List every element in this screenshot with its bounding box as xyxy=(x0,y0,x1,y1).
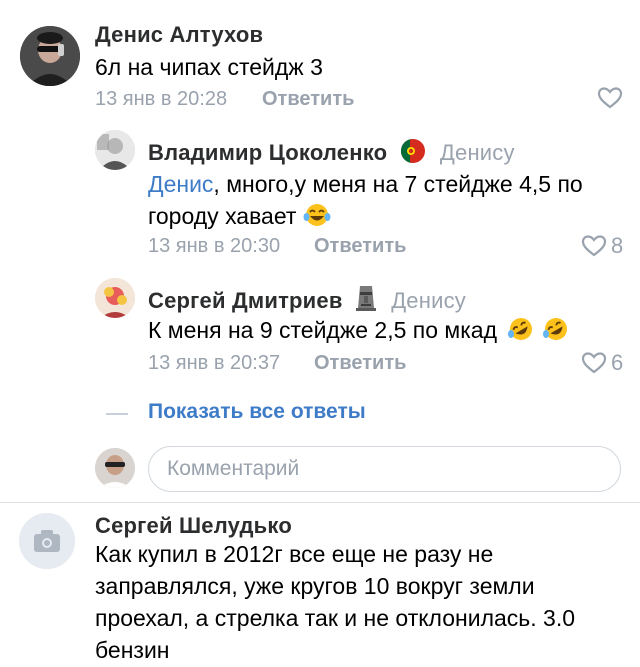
rofl-emoji-icon xyxy=(508,318,533,340)
show-all-divider xyxy=(106,413,128,415)
comment-text: Как купил в 2012г все еще не разу не зап… xyxy=(95,538,625,666)
like-button[interactable]: 6 xyxy=(581,350,623,376)
reply-text-line2: городу хавает xyxy=(148,203,297,229)
moai-icon xyxy=(355,286,376,311)
mention-link[interactable]: Денис xyxy=(148,171,213,197)
reply-author-name[interactable]: Сергей Дмитриев xyxy=(148,288,343,313)
reply-to-label[interactable]: Денису xyxy=(391,288,466,313)
avatar-photo-icon xyxy=(95,448,135,488)
comment-text-line: бензин xyxy=(95,637,170,663)
comment-author[interactable]: Денис Алтухов xyxy=(95,22,263,48)
heart-icon xyxy=(597,87,623,109)
comments-page: Денис Алтухов 6л на чипах стейдж 3 13 ян… xyxy=(0,0,640,667)
reply-to-label[interactable]: Денису xyxy=(440,140,515,165)
like-count: 6 xyxy=(611,350,624,375)
reply-date[interactable]: 13 янв в 20:37 xyxy=(148,352,280,375)
reply-date[interactable]: 13 янв в 20:30 xyxy=(148,235,280,258)
reply-author-name[interactable]: Владимир Цоколенко xyxy=(148,140,387,165)
show-all-replies-link[interactable]: Показать все ответы xyxy=(148,400,366,424)
comment-text-line: проехал, а стрелка так и не отклонилась.… xyxy=(95,605,576,631)
reply-button[interactable]: Ответить xyxy=(314,235,406,258)
reply-text: К меня на 9 стейдже 2,5 по мкад xyxy=(148,314,618,346)
reply-text-content: К меня на 9 стейдже 2,5 по мкад xyxy=(148,317,497,343)
reply-button[interactable]: Ответить xyxy=(262,88,354,111)
avatar-sergey-d[interactable] xyxy=(95,278,135,318)
comment-text-line: Как купил в 2012г все еще не разу не xyxy=(95,541,494,567)
reply-text-line1: , много,у меня на 7 стейдже 4,5 по xyxy=(213,171,583,197)
comment-text: 6л на чипах стейдж 3 xyxy=(95,54,323,80)
reply-text: Денис, много,у меня на 7 стейдже 4,5 по … xyxy=(148,168,618,232)
reply-button[interactable]: Ответить xyxy=(314,352,406,375)
avatar-sergey-sh[interactable] xyxy=(19,513,75,569)
camera-placeholder-icon xyxy=(19,513,75,569)
heart-icon xyxy=(581,352,607,374)
avatar-photo-icon xyxy=(20,26,80,86)
reply-author[interactable]: Владимир Цоколенко Денису xyxy=(148,138,515,166)
avatar-photo-icon xyxy=(95,130,135,170)
comment-input-placeholder: Комментарий xyxy=(167,457,300,480)
comment-date[interactable]: 13 янв в 20:28 xyxy=(95,88,227,111)
current-user-avatar xyxy=(95,448,135,488)
comment-author[interactable]: Сергей Шелудько xyxy=(95,513,292,539)
avatar-vladimir[interactable] xyxy=(95,130,135,170)
heart-icon xyxy=(581,235,607,257)
rofl-emoji-icon xyxy=(542,318,567,340)
portugal-flag-icon xyxy=(400,139,425,163)
like-button[interactable]: 8 xyxy=(581,233,623,259)
reply-author[interactable]: Сергей Дмитриев Денису xyxy=(148,284,466,314)
comment-text-line: заправлялся, уже кругов 10 вокруг земли xyxy=(95,573,535,599)
laughing-tears-emoji-icon xyxy=(303,204,331,226)
comment-divider xyxy=(0,502,640,503)
avatar-denis[interactable] xyxy=(20,26,80,86)
avatar-photo-icon xyxy=(95,278,135,318)
like-count: 8 xyxy=(611,233,624,258)
like-button[interactable] xyxy=(597,86,623,110)
comment-input[interactable]: Комментарий xyxy=(148,446,621,492)
